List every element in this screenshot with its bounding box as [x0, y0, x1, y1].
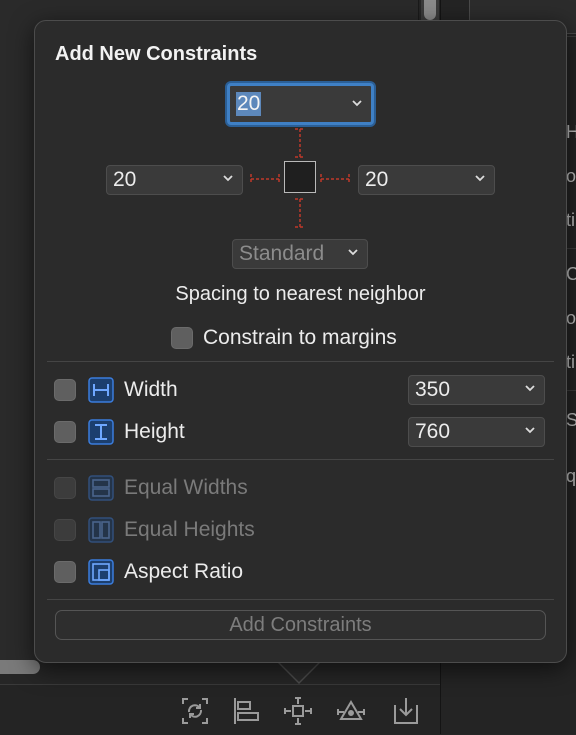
- height-value-combo[interactable]: 760: [408, 417, 545, 447]
- top-spacing-value: 20: [236, 92, 262, 116]
- chevron-down-icon: [525, 385, 535, 392]
- leading-constraint-pin[interactable]: [249, 162, 281, 192]
- trailing-constraint-pin[interactable]: [319, 162, 351, 192]
- divider: [47, 599, 554, 600]
- height-label: Height: [124, 420, 185, 443]
- chevron-down-icon: [525, 427, 535, 434]
- equal-heights-checkbox: [54, 519, 76, 541]
- height-checkbox[interactable]: [54, 421, 76, 443]
- spacing-caption: Spacing to nearest neighbor: [175, 283, 426, 305]
- add-constraints-popover: Add New Constraints 20 20 20 Standard Sp…: [34, 20, 567, 663]
- embed-in-icon[interactable]: [389, 694, 423, 728]
- add-constraints-icon[interactable]: [281, 694, 315, 728]
- equal-heights-row: Equal Heights: [54, 517, 255, 543]
- inspector-text: Cc: [566, 264, 576, 284]
- chevron-down-icon: [348, 249, 358, 256]
- height-row[interactable]: Height: [54, 419, 185, 445]
- right-spacing-value: 20: [365, 168, 389, 191]
- add-constraints-button[interactable]: Add Constraints: [55, 610, 546, 640]
- view-placeholder-box: [284, 161, 316, 193]
- resolve-issues-icon[interactable]: [334, 694, 368, 728]
- divider: [47, 459, 554, 460]
- divider: [47, 361, 554, 362]
- height-constraint-icon: [88, 419, 114, 445]
- inspector-text: or: [566, 308, 576, 328]
- equal-widths-row: Equal Widths: [54, 475, 248, 501]
- popover-arrow: [277, 660, 321, 682]
- chevron-down-icon: [352, 100, 362, 107]
- canvas-bottom-toolbar: [0, 684, 440, 735]
- aspect-ratio-row[interactable]: Aspect Ratio: [54, 559, 243, 585]
- bottom-spacing-combo[interactable]: Standard: [232, 239, 368, 269]
- aspect-ratio-label: Aspect Ratio: [124, 560, 244, 583]
- right-spacing-combo[interactable]: 20: [358, 165, 495, 195]
- top-constraint-pin[interactable]: [285, 127, 315, 159]
- top-spacing-combo[interactable]: 20: [227, 83, 374, 125]
- aspect-ratio-icon: [88, 559, 114, 585]
- chevron-down-icon: [475, 175, 485, 182]
- vertical-scrollbar[interactable]: [421, 0, 439, 20]
- width-value-combo[interactable]: 350: [408, 375, 545, 405]
- width-row[interactable]: Width: [54, 377, 178, 403]
- constrain-to-margins-row[interactable]: Constrain to margins: [171, 326, 397, 350]
- constrain-to-margins-label: Constrain to margins: [203, 326, 397, 349]
- popover-title: Add New Constraints: [55, 43, 258, 65]
- constrain-to-margins-checkbox[interactable]: [171, 327, 193, 349]
- scrollbar-thumb[interactable]: [424, 0, 436, 20]
- equal-heights-label: Equal Heights: [124, 518, 255, 541]
- aspect-ratio-checkbox[interactable]: [54, 561, 76, 583]
- equal-widths-label: Equal Widths: [124, 476, 248, 499]
- update-frames-icon[interactable]: [178, 694, 212, 728]
- equal-heights-icon: [88, 517, 114, 543]
- equal-widths-checkbox: [54, 477, 76, 499]
- inspector-text: S: [566, 410, 576, 430]
- inspector-text: H: [566, 122, 576, 142]
- bottom-constraint-pin[interactable]: [285, 195, 315, 227]
- width-checkbox[interactable]: [54, 379, 76, 401]
- inspector-text: ti: [566, 352, 575, 372]
- chevron-down-icon: [223, 175, 233, 182]
- bottom-spacing-value: Standard: [239, 242, 325, 265]
- width-constraint-icon: [88, 377, 114, 403]
- align-icon[interactable]: [229, 694, 263, 728]
- left-spacing-value: 20: [113, 168, 137, 191]
- horizontal-scrollbar-thumb[interactable]: [0, 660, 40, 674]
- equal-widths-icon: [88, 475, 114, 501]
- height-value: 760: [415, 420, 451, 443]
- width-label: Width: [124, 378, 178, 401]
- inspector-text: or: [566, 166, 576, 186]
- width-value: 350: [415, 378, 451, 401]
- inspector-text: qu: [566, 466, 576, 486]
- left-spacing-combo[interactable]: 20: [106, 165, 243, 195]
- inspector-text: ti: [566, 210, 575, 230]
